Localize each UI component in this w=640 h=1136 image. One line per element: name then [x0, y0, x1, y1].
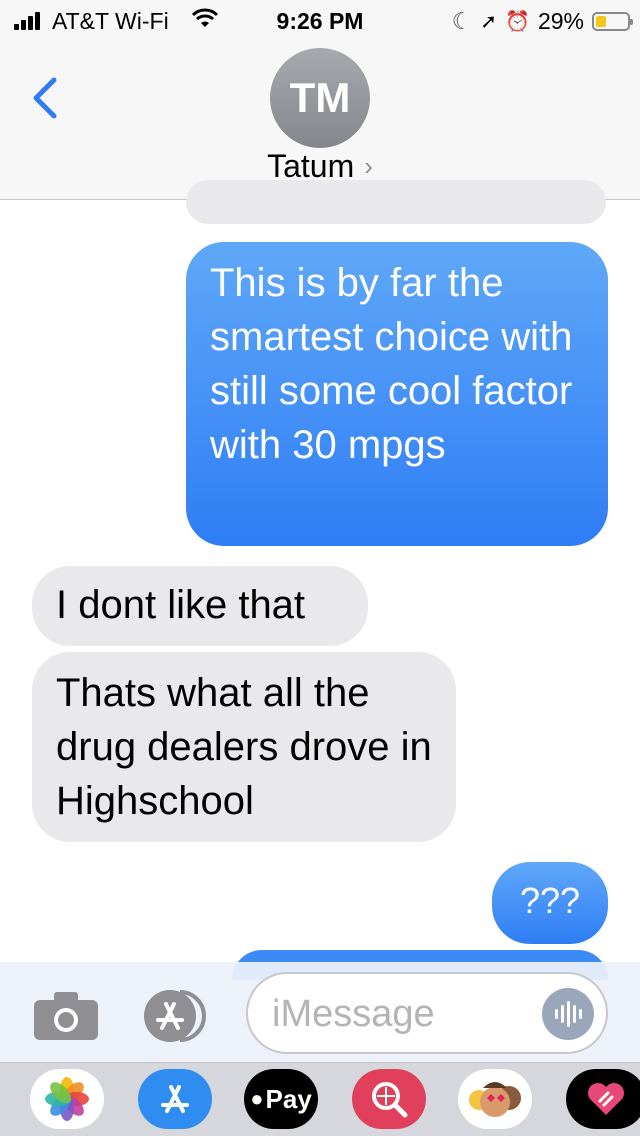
sent-message[interactable]: ???: [492, 862, 608, 944]
moon-icon: ☾: [451, 8, 473, 34]
chevron-right-icon: ›: [364, 151, 373, 181]
apple-pay-icon[interactable]: ● Pay: [244, 1069, 318, 1129]
conversation-header: TM Tatum ›: [0, 40, 640, 200]
digital-touch-icon[interactable]: [566, 1069, 640, 1129]
app-store-icon[interactable]: [138, 1069, 212, 1129]
audio-message-icon[interactable]: [542, 988, 594, 1040]
photos-icon[interactable]: [30, 1069, 104, 1129]
sent-message[interactable]: This is by far the smartest choice with …: [186, 242, 608, 546]
alarm-icon: ⏰: [505, 11, 530, 33]
app-store-icon[interactable]: [140, 988, 212, 1044]
received-message[interactable]: Thats what all the drug dealers drove in…: [32, 652, 456, 842]
contact-avatar[interactable]: TM: [270, 48, 370, 148]
battery-icon: [592, 12, 633, 31]
location-arrow-icon: ➚: [480, 11, 498, 33]
received-bubble-partial: [186, 180, 606, 224]
back-chevron-icon[interactable]: [28, 76, 64, 120]
camera-icon[interactable]: [34, 992, 98, 1040]
memoji-icon[interactable]: [458, 1069, 532, 1129]
message-input-field[interactable]: [246, 972, 608, 1054]
app-drawer: ● Pay: [0, 1062, 640, 1136]
received-message[interactable]: I dont like that: [32, 566, 368, 646]
status-bar: AT&T Wi-Fi 9:26 PM ☾ ➚ ⏰ 29%: [0, 0, 640, 40]
apple-logo-icon: ●: [250, 1086, 264, 1111]
web-search-icon[interactable]: [352, 1069, 426, 1129]
composer-bar: [0, 962, 640, 1062]
battery-percent: 29%: [537, 8, 584, 34]
apple-pay-label: Pay: [265, 1083, 312, 1114]
imessage-input[interactable]: [272, 988, 532, 1040]
